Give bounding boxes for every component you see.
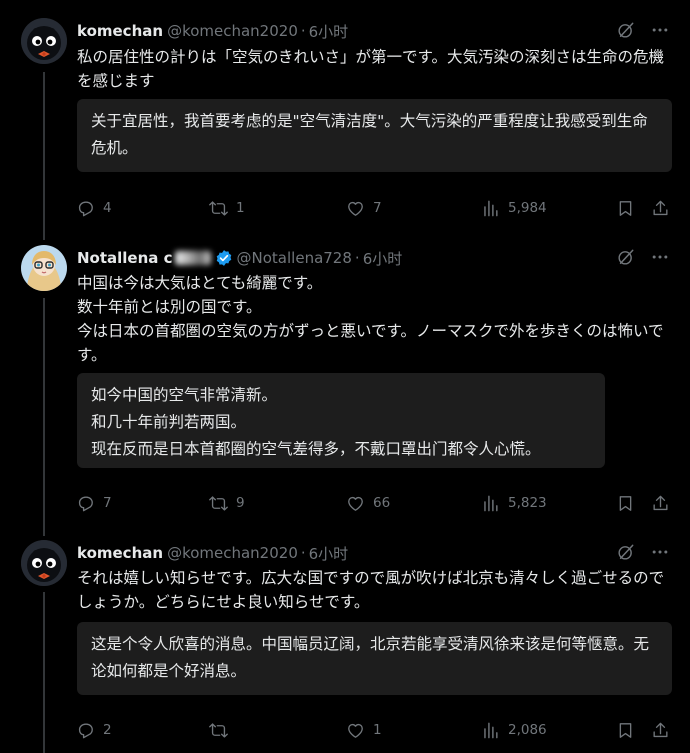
- share-button[interactable]: [651, 721, 670, 740]
- tweet-text: 中国は今は大気はとても綺麗です。 数十年前とは別の国です。 今は日本の首都圏の空…: [77, 274, 664, 364]
- views-icon: [481, 199, 500, 218]
- views-icon: [481, 721, 500, 740]
- tweet-header: komechan @komechan2020 · 6小时: [77, 542, 670, 564]
- like-button[interactable]: 66: [346, 494, 390, 513]
- reply-icon: [76, 721, 95, 740]
- grok-icon[interactable]: [616, 247, 636, 267]
- display-name[interactable]: Notallena c: [77, 249, 173, 267]
- share-icon: [651, 721, 670, 740]
- heart-icon: [346, 494, 365, 513]
- like-count: 7: [373, 200, 382, 216]
- retweet-icon: [209, 199, 228, 218]
- tweet: komechan @komechan2020 · 6小时 それは嬉しい知らせです…: [0, 540, 690, 753]
- bookmark-icon: [616, 494, 635, 513]
- grok-icon[interactable]: [616, 542, 636, 562]
- grok-icon[interactable]: [616, 20, 636, 40]
- retweet-button[interactable]: 9: [209, 494, 245, 513]
- header-icons: [616, 20, 670, 40]
- tweet-header: Notallena c @Notallena728 · 6小时: [77, 247, 670, 269]
- share-button[interactable]: [651, 494, 670, 513]
- retweet-button[interactable]: 1: [209, 199, 245, 218]
- reply-button[interactable]: 7: [76, 494, 112, 513]
- more-icon[interactable]: [650, 542, 670, 562]
- retweet-count: 9: [236, 495, 245, 511]
- mascot-avatar-icon: [21, 18, 67, 64]
- bookmark-button[interactable]: [616, 199, 635, 218]
- like-button[interactable]: 1: [346, 721, 382, 740]
- translation-box: 关于宜居性，我首要考虑的是"空气清洁度"。大气污染的严重程度让我感受到生命危机。: [77, 99, 672, 172]
- retweet-icon: [209, 721, 228, 740]
- heart-icon: [346, 721, 365, 740]
- timestamp[interactable]: 6小时: [309, 21, 349, 42]
- header-icons: [616, 542, 670, 562]
- reply-button[interactable]: 2: [76, 721, 112, 740]
- separator-dot: ·: [300, 544, 306, 562]
- like-count: 66: [373, 495, 391, 511]
- avatar[interactable]: [21, 18, 67, 64]
- avatar[interactable]: [21, 245, 67, 291]
- heart-icon: [346, 199, 365, 218]
- more-icon[interactable]: [650, 247, 670, 267]
- views-count: 2,086: [508, 722, 547, 738]
- views-button[interactable]: 5,984: [481, 199, 547, 218]
- display-name[interactable]: komechan: [77, 22, 163, 40]
- views-icon: [481, 494, 500, 513]
- retweet-icon: [209, 494, 228, 513]
- action-bar: 7 9 66 5,823: [76, 492, 670, 514]
- views-button[interactable]: 5,823: [481, 494, 547, 513]
- views-count: 5,984: [508, 200, 547, 216]
- bookmark-icon: [616, 199, 635, 218]
- avatar[interactable]: [21, 540, 67, 586]
- share-button[interactable]: [651, 199, 670, 218]
- like-button[interactable]: 7: [346, 199, 382, 218]
- tweet-text: 私の居住性の計りは「空気のきれいさ」が第一です。大気汚染の深刻さは生命の危機を感…: [77, 48, 664, 90]
- views-count: 5,823: [508, 495, 547, 511]
- like-count: 1: [373, 722, 382, 738]
- verified-badge-icon: [216, 250, 231, 266]
- reply-icon: [76, 199, 95, 218]
- reply-icon: [76, 494, 95, 513]
- views-button[interactable]: 2,086: [481, 721, 547, 740]
- user-handle[interactable]: @Notallena728: [237, 249, 352, 267]
- share-icon: [651, 199, 670, 218]
- separator-dot: ·: [354, 249, 360, 267]
- tweet: komechan @komechan2020 · 6小时 私の居住性の計りは「空…: [0, 18, 690, 228]
- action-bar: 4 1 7 5,984: [76, 197, 670, 219]
- reply-button[interactable]: 4: [76, 199, 112, 218]
- action-bar: 2 1 2,086: [76, 719, 670, 741]
- bookmark-button[interactable]: [616, 494, 635, 513]
- translation-box: 这是个令人欣喜的消息。中国幅员辽阔，北京若能享受清风徐来该是何等惬意。无论如何都…: [77, 622, 672, 695]
- header-icons: [616, 247, 670, 267]
- reply-count: 2: [103, 722, 112, 738]
- anime-avatar-icon: [21, 245, 67, 291]
- tweet: Notallena c @Notallena728 · 6小时 中国は今は大気は…: [0, 245, 690, 535]
- display-name[interactable]: komechan: [77, 544, 163, 562]
- timestamp[interactable]: 6小时: [309, 543, 349, 564]
- retweet-count: 1: [236, 200, 245, 216]
- bookmark-button[interactable]: [616, 721, 635, 740]
- tweet-header: komechan @komechan2020 · 6小时: [77, 20, 670, 42]
- bookmark-icon: [616, 721, 635, 740]
- redacted-name-part: [174, 251, 211, 265]
- reply-count: 4: [103, 200, 112, 216]
- separator-dot: ·: [300, 22, 306, 40]
- retweet-button[interactable]: [209, 721, 236, 740]
- reply-count: 7: [103, 495, 112, 511]
- share-icon: [651, 494, 670, 513]
- tweet-text: それは嬉しい知らせです。広大な国ですので風が吹けば北京も清々しく過ごせるのでしょ…: [77, 569, 665, 611]
- user-handle[interactable]: @komechan2020: [167, 544, 298, 562]
- mascot-avatar-icon: [21, 540, 67, 586]
- more-icon[interactable]: [650, 20, 670, 40]
- translation-box: 如今中国的空气非常清新。 和几十年前判若两国。 现在反而是日本首都圈的空气差得多…: [77, 373, 605, 468]
- timestamp[interactable]: 6小时: [363, 248, 403, 269]
- user-handle[interactable]: @komechan2020: [167, 22, 298, 40]
